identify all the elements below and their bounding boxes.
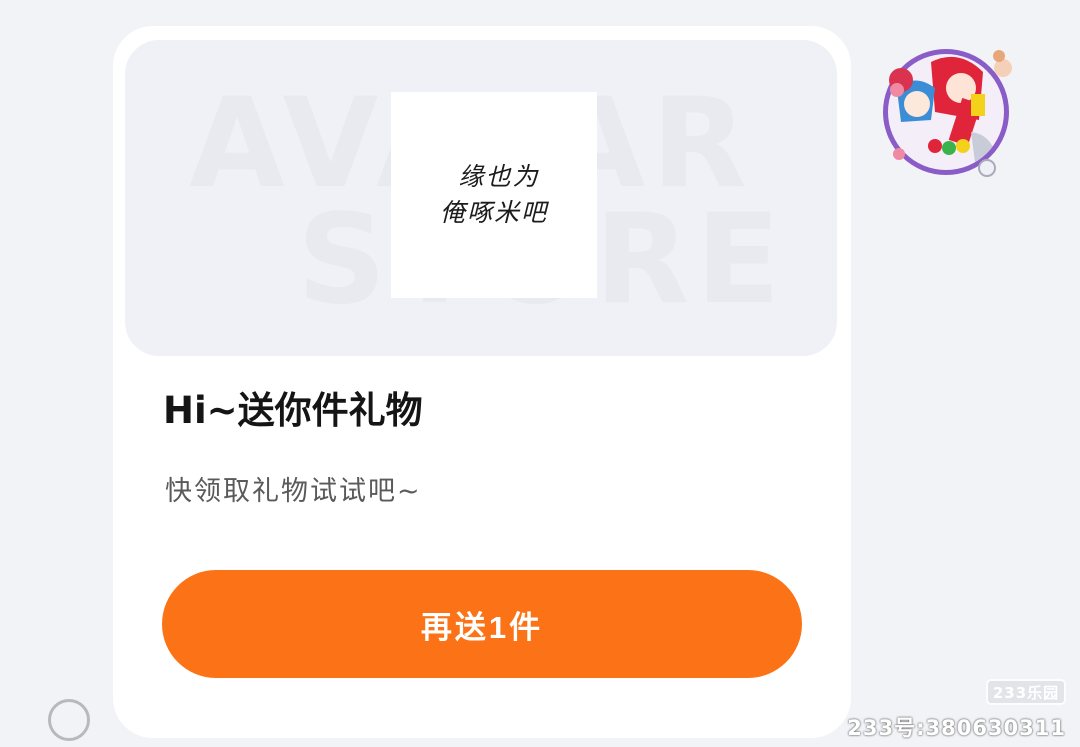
user-avatar[interactable] <box>879 42 1013 184</box>
watermark-text: 233号:380630311 <box>847 716 1066 740</box>
avatar-image-icon <box>883 49 1012 177</box>
gift-subtitle: 快领取礼物试试吧~ <box>165 476 422 507</box>
select-radio[interactable] <box>48 699 90 741</box>
gift-popup-screen: AVATAR STORE 缘也为 俺啄米吧 Hi~送你件礼物 快领取礼物试试吧~… <box>0 0 1080 747</box>
gift-card: AVATAR STORE 缘也为 俺啄米吧 Hi~送你件礼物 快领取礼物试试吧~… <box>113 26 851 738</box>
send-again-button-label: 再送1件 <box>420 609 544 645</box>
watermark-logo: 233乐园 <box>986 679 1066 705</box>
gift-image-text-line-2: 俺啄米吧 <box>439 198 548 227</box>
gift-image-text-line-1: 缘也为 <box>458 162 540 191</box>
gift-banner: AVATAR STORE 缘也为 俺啄米吧 <box>125 40 837 356</box>
gift-title: Hi~送你件礼物 <box>163 389 423 432</box>
send-again-button[interactable]: 再送1件 <box>162 570 802 678</box>
gift-image: 缘也为 俺啄米吧 <box>391 92 597 298</box>
